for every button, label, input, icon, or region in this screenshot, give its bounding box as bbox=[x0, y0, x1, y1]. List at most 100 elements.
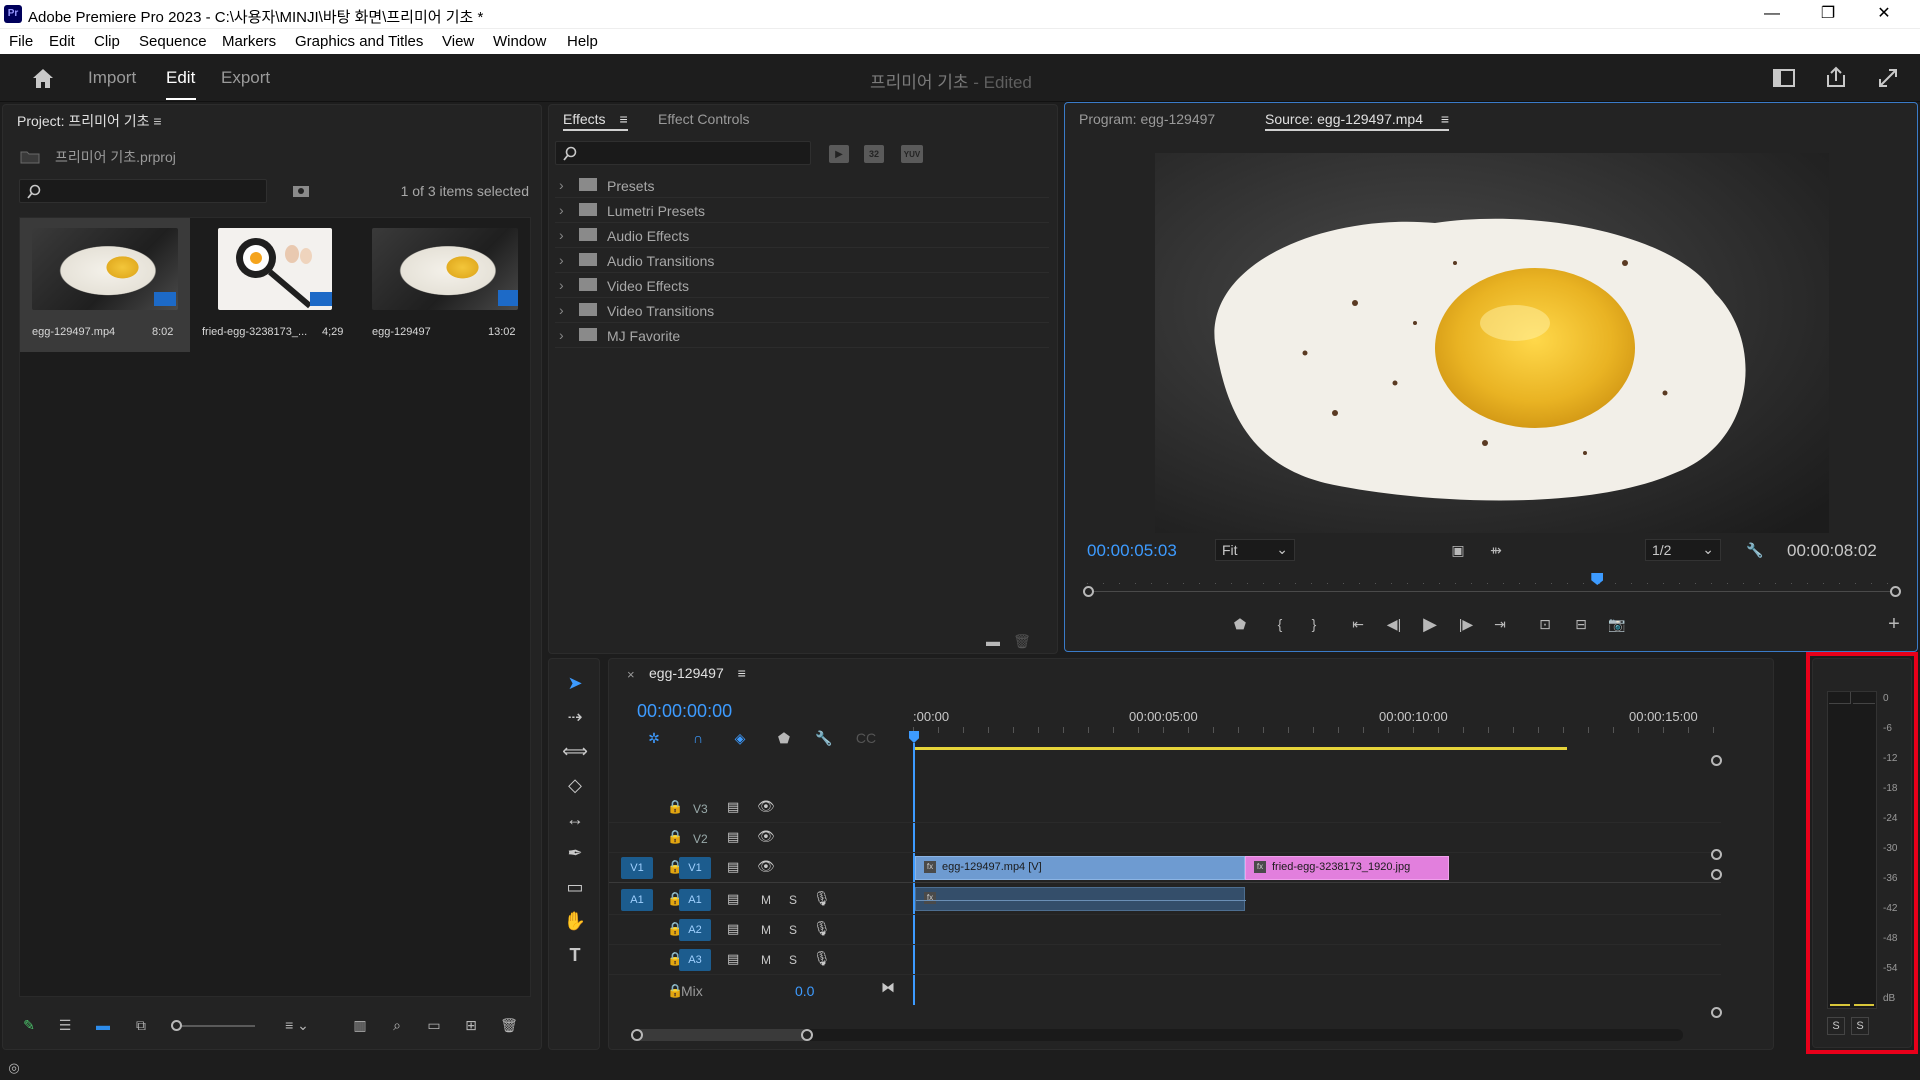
share-icon[interactable] bbox=[1824, 64, 1848, 90]
panel-menu-icon[interactable]: ≡ bbox=[153, 113, 161, 129]
track-target-v1[interactable]: V1 bbox=[679, 857, 711, 879]
out-range-handle[interactable] bbox=[1890, 586, 1901, 597]
mute-track-button[interactable]: M bbox=[761, 953, 771, 967]
close-button[interactable]: ✕ bbox=[1856, 0, 1912, 28]
menu-edit[interactable]: Edit bbox=[49, 33, 75, 50]
mix-volume-value[interactable]: 0.0 bbox=[795, 983, 814, 999]
source-patch-a1[interactable]: A1 bbox=[621, 889, 653, 911]
image-clip-fried-egg[interactable]: fx fried-egg-3238173_1920.jpg bbox=[1245, 856, 1449, 880]
fullscreen-icon[interactable] bbox=[1876, 66, 1900, 90]
go-to-out-icon[interactable]: ⇥ bbox=[1489, 613, 1511, 635]
effects-folder-item[interactable]: › Lumetri Presets bbox=[555, 198, 1049, 223]
menu-clip[interactable]: Clip bbox=[94, 33, 120, 50]
effects-search-input[interactable] bbox=[555, 141, 811, 165]
sequence-thumbnail[interactable] bbox=[372, 228, 518, 310]
ripple-edit-tool-icon[interactable]: ⟺ bbox=[561, 737, 589, 765]
solo-right-button[interactable]: S bbox=[1851, 1017, 1869, 1035]
zoom-handle-right[interactable] bbox=[801, 1029, 813, 1041]
track-target-a3[interactable]: A3 bbox=[679, 949, 711, 971]
go-to-in-icon[interactable]: ⇤ bbox=[1347, 613, 1369, 635]
timeline-horizontal-scrollbar[interactable] bbox=[631, 1029, 1683, 1041]
work-area-bar[interactable] bbox=[913, 747, 1567, 750]
mute-track-button[interactable]: M bbox=[761, 923, 771, 937]
hand-tool-icon[interactable]: ✋ bbox=[561, 907, 589, 935]
zoom-slider[interactable] bbox=[175, 1025, 255, 1027]
voice-over-record-mic-icon[interactable]: 🎙 bbox=[813, 950, 831, 967]
automate-to-sequence-icon[interactable]: ▥ bbox=[349, 1015, 371, 1035]
icon-view-icon[interactable]: ▬ bbox=[93, 1015, 113, 1035]
nest-insert-icon[interactable]: ✲ bbox=[645, 729, 663, 747]
mark-out-icon[interactable]: } bbox=[1303, 613, 1325, 635]
mute-track-button[interactable]: M bbox=[761, 893, 771, 907]
yuv-effects-icon[interactable]: YUV bbox=[901, 145, 923, 163]
track-label[interactable]: V3 bbox=[693, 802, 708, 816]
effects-folder-item[interactable]: › Video Effects bbox=[555, 273, 1049, 298]
audio-track-scroll-handle-bottom[interactable] bbox=[1711, 1007, 1722, 1018]
menu-view[interactable]: View bbox=[442, 33, 474, 50]
effects-folder-item[interactable]: › MJ Favorite bbox=[555, 323, 1049, 348]
tab-program-monitor[interactable]: Program: egg-129497 bbox=[1079, 111, 1215, 127]
clear-trash-icon[interactable]: 🗑 bbox=[499, 1015, 519, 1035]
track-target-a1[interactable]: A1 bbox=[679, 889, 711, 911]
video-clip-egg[interactable]: fx egg-129497.mp4 [V] bbox=[915, 856, 1245, 880]
menu-file[interactable]: File bbox=[9, 33, 33, 50]
insert-icon[interactable]: ⊡ bbox=[1533, 613, 1557, 635]
track-lock-icon[interactable]: 🔒 bbox=[667, 799, 683, 815]
menu-sequence[interactable]: Sequence bbox=[139, 33, 207, 50]
overwrite-icon[interactable]: ⊟ bbox=[1569, 613, 1593, 635]
source-playhead-timecode[interactable]: 00:00:05:03 bbox=[1087, 541, 1177, 561]
zoom-handle-left[interactable] bbox=[631, 1029, 643, 1041]
tab-effect-controls[interactable]: Effect Controls bbox=[658, 111, 750, 127]
toggle-sync-lock-icon[interactable]: ▤ bbox=[727, 859, 739, 875]
zoom-slider-handle[interactable] bbox=[171, 1020, 182, 1031]
toggle-output-eye-icon[interactable]: 👁 bbox=[757, 828, 775, 845]
track-select-tool-icon[interactable]: ⇢ bbox=[561, 703, 589, 731]
captions-icon[interactable]: CC bbox=[855, 729, 877, 747]
linked-selection-icon[interactable]: ◈ bbox=[731, 729, 749, 747]
razor-tool-icon[interactable]: ◇ bbox=[561, 771, 589, 799]
scrollbar-thumb[interactable] bbox=[633, 1029, 809, 1041]
add-marker-icon[interactable]: ⬟ bbox=[775, 729, 793, 747]
export-frame-camera-icon[interactable]: 📷 bbox=[1605, 613, 1629, 635]
sort-icons-icon[interactable]: ≡ ⌄ bbox=[277, 1015, 317, 1035]
effects-folder-item[interactable]: › Presets bbox=[555, 173, 1049, 198]
toggle-sync-lock-icon[interactable]: ▤ bbox=[727, 891, 739, 907]
panel-layout-icon[interactable] bbox=[1772, 66, 1796, 90]
tab-source-monitor[interactable]: Source: egg-129497.mp4 ≡ bbox=[1265, 111, 1450, 131]
toggle-output-eye-icon[interactable]: 👁 bbox=[757, 798, 775, 815]
restore-button[interactable]: ❐ bbox=[1800, 0, 1856, 28]
mark-in-icon[interactable]: { bbox=[1269, 613, 1291, 635]
tab-effects[interactable]: Effects ≡ bbox=[563, 111, 628, 131]
menu-graphics-and-titles[interactable]: Graphics and Titles bbox=[295, 33, 423, 50]
rectangle-tool-icon[interactable]: ▭ bbox=[561, 873, 589, 901]
toggle-sync-lock-icon[interactable]: ▤ bbox=[727, 799, 739, 815]
new-item-icon[interactable]: ⊞ bbox=[461, 1015, 481, 1035]
close-sequence-icon[interactable]: × bbox=[627, 667, 635, 682]
track-lock-icon[interactable]: 🔒 bbox=[667, 829, 683, 845]
solo-track-button[interactable]: S bbox=[789, 923, 797, 937]
menu-window[interactable]: Window bbox=[493, 33, 546, 50]
snap-magnet-icon[interactable]: ∩ bbox=[689, 729, 707, 747]
tab-edit[interactable]: Edit bbox=[166, 68, 195, 88]
track-label[interactable]: V2 bbox=[693, 832, 708, 846]
timeline-settings-wrench-icon[interactable]: 🔧 bbox=[815, 729, 833, 747]
track-target-a2[interactable]: A2 bbox=[679, 919, 711, 941]
menu-help[interactable]: Help bbox=[567, 33, 598, 50]
creative-cloud-icon[interactable]: ◎ bbox=[4, 1058, 24, 1078]
step-back-icon[interactable]: ◀| bbox=[1383, 613, 1405, 635]
audio-clip-egg[interactable]: fx bbox=[915, 887, 1246, 911]
drag-audio-only-icon[interactable]: ⇻ bbox=[1485, 541, 1507, 559]
play-icon[interactable]: ▶ bbox=[1419, 613, 1441, 635]
source-time-ruler[interactable] bbox=[1083, 571, 1901, 601]
add-marker-icon[interactable]: ⬟ bbox=[1229, 613, 1251, 635]
new-custom-bin-icon[interactable]: ▬ bbox=[983, 633, 1003, 649]
sequence-tab[interactable]: egg-129497 ≡ bbox=[649, 665, 746, 681]
find-in-bin-icon[interactable] bbox=[291, 183, 311, 199]
effects-folder-item[interactable]: › Audio Transitions bbox=[555, 248, 1049, 273]
timeline-ruler[interactable]: :00:00 00:00:05:00 00:00:10:00 00:00:15:… bbox=[913, 699, 1721, 733]
zoom-level-dropdown[interactable]: Fit ⌄ bbox=[1215, 539, 1295, 561]
toggle-sync-lock-icon[interactable]: ▤ bbox=[727, 951, 739, 967]
effects-folder-item[interactable]: › Video Transitions bbox=[555, 298, 1049, 323]
freeform-view-icon[interactable]: ⧉ bbox=[129, 1015, 153, 1035]
32-bit-effects-icon[interactable]: 32 bbox=[864, 145, 884, 163]
